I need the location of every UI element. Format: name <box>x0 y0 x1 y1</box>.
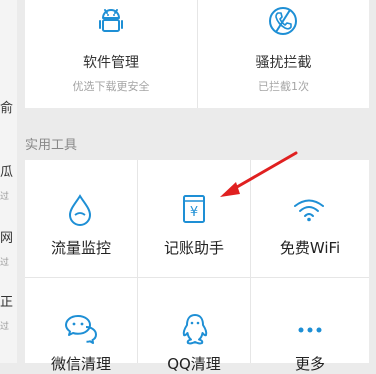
background-page-sliver: 俞 瓜 过 网 过 正 过 <box>0 0 18 363</box>
tool-label: 微信清理 <box>50 355 111 373</box>
tool-wechat-clean[interactable]: 微信清理 <box>25 278 137 373</box>
harassment-block-title: 骚扰拦截 <box>255 55 312 71</box>
tool-more[interactable]: 更多 <box>251 278 369 373</box>
wechat-icon <box>65 315 97 344</box>
more-icon <box>298 327 322 333</box>
background-text: 过 <box>0 192 10 202</box>
harassment-block-item[interactable]: 骚扰拦截 已拦截1次 <box>198 0 369 108</box>
tool-label: 免费WiFi <box>279 239 341 257</box>
ledger-yen-icon: ¥ <box>183 195 205 223</box>
tool-label: 记账助手 <box>163 239 224 257</box>
svg-text:¥: ¥ <box>190 205 198 220</box>
background-text: 网 <box>0 231 14 246</box>
water-drop-icon <box>68 194 92 226</box>
background-text: 俞 <box>0 101 14 116</box>
tool-traffic-monitor[interactable]: 流量监控 <box>25 160 137 280</box>
section-title: 实用工具 <box>25 138 78 153</box>
tool-label: 更多 <box>294 355 325 373</box>
phone-block-icon <box>269 7 297 35</box>
red-arrow-annotation <box>220 151 298 197</box>
background-text: 正 <box>0 295 14 310</box>
wifi-icon <box>294 199 324 222</box>
tool-qq-clean[interactable]: QQ清理 <box>138 278 250 373</box>
harassment-block-subtitle: 已拦截1次 <box>258 80 309 93</box>
background-text: 过 <box>0 322 10 332</box>
software-manager-item[interactable]: 软件管理 优选下载更安全 <box>25 0 197 108</box>
tool-label: QQ清理 <box>167 355 221 373</box>
background-text: 过 <box>0 258 10 268</box>
background-text: 瓜 <box>0 165 14 180</box>
software-manager-title: 软件管理 <box>83 55 139 71</box>
top-card: 软件管理 优选下载更安全 骚扰拦截 已拦截1次 <box>25 0 369 108</box>
tool-label: 流量监控 <box>50 239 111 257</box>
tools-grid: 流量监控 ¥ 记账助手 免费WiFi 微信清理 QQ清理 更多 <box>25 160 369 373</box>
qq-penguin-icon <box>182 314 208 345</box>
software-manager-subtitle: 优选下载更安全 <box>72 80 150 93</box>
menu-panel: 软件管理 优选下载更安全 骚扰拦截 已拦截1次 实用工具 流量监控 ¥ 记账助手… <box>17 0 376 373</box>
android-icon <box>99 9 123 32</box>
